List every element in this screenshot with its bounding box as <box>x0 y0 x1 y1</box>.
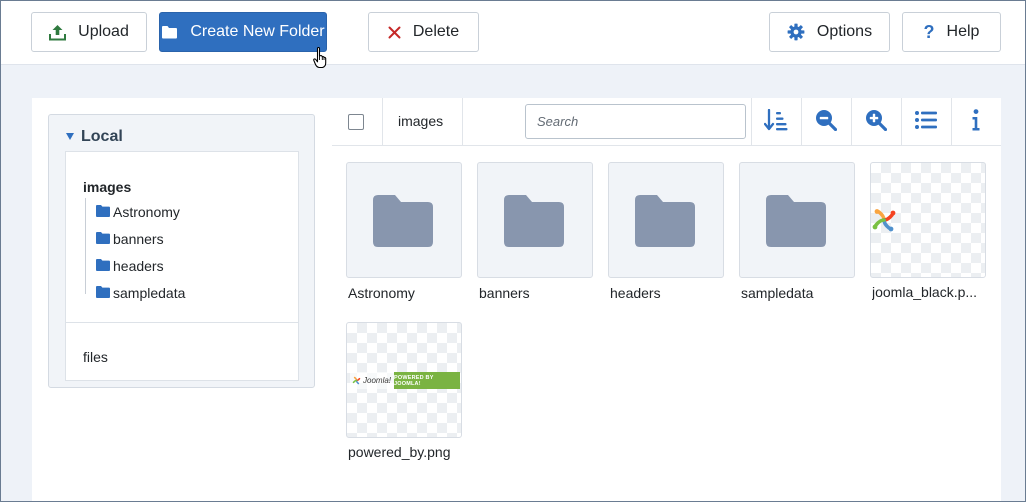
tile-label: Astronomy <box>348 285 415 301</box>
tree-heading[interactable]: Local <box>65 128 123 146</box>
list-icon <box>915 110 937 135</box>
divider <box>382 98 383 146</box>
list-view-button[interactable] <box>901 98 951 146</box>
powered-by-banner: Joomla! POWERED BY JOOMLA! <box>350 372 460 389</box>
sort-button[interactable] <box>751 98 801 146</box>
folder-tile-banners[interactable] <box>477 162 593 278</box>
tile-label: banners <box>479 285 530 301</box>
zoom-in-button[interactable] <box>851 98 901 146</box>
folder-icon <box>766 195 826 252</box>
browser-toolbar: images <box>332 98 1001 146</box>
zoom-in-icon <box>865 109 888 136</box>
gear-icon <box>787 23 805 41</box>
tile-label: powered_by.png <box>348 444 451 460</box>
powered-text: POWERED BY JOOMLA! <box>394 372 460 389</box>
folder-icon <box>96 285 110 301</box>
tree-item-headers[interactable]: headers <box>96 258 164 274</box>
help-label: Help <box>946 23 980 40</box>
delete-label: Delete <box>412 23 460 40</box>
folder-icon <box>96 204 110 220</box>
options-label: Options <box>816 23 873 40</box>
media-browser: images Search Astronomy banners headers … <box>332 98 1001 502</box>
folder-icon <box>96 231 110 247</box>
tree-item-label: banners <box>113 231 164 247</box>
zoom-out-icon <box>815 109 838 136</box>
folder-icon <box>635 195 695 252</box>
tree-root-images[interactable]: images <box>83 179 131 195</box>
tree-item-banners[interactable]: banners <box>96 231 164 247</box>
folder-tile-astronomy[interactable] <box>346 162 462 278</box>
tree-item-label: headers <box>113 258 164 274</box>
tree-divider <box>66 322 298 323</box>
options-button[interactable]: Options <box>769 12 890 52</box>
divider <box>462 98 463 146</box>
folder-icon <box>373 195 433 252</box>
tree-panel: Local images Astronomy banners headers s… <box>32 98 332 502</box>
select-all-checkbox[interactable] <box>348 114 364 130</box>
close-icon <box>388 26 401 39</box>
help-button[interactable]: ? Help <box>902 12 1001 52</box>
upload-icon <box>49 24 67 41</box>
zoom-out-button[interactable] <box>801 98 851 146</box>
joomla-wordmark: Joomla! <box>350 372 394 389</box>
upload-button[interactable]: Upload <box>31 12 147 52</box>
joomla-logo-icon <box>352 376 361 385</box>
hand-cursor-icon <box>313 46 329 74</box>
tree-item-label: Astronomy <box>113 204 180 220</box>
image-tile-powered-by[interactable]: Joomla! POWERED BY JOOMLA! <box>346 322 462 438</box>
tree-card: Local images Astronomy banners headers s… <box>48 114 315 388</box>
breadcrumb[interactable]: images <box>398 113 443 129</box>
joomla-logo-icon <box>872 208 896 237</box>
info-icon <box>971 108 981 136</box>
tree-item-astronomy[interactable]: Astronomy <box>96 204 180 220</box>
joomla-wordmark-text: Joomla! <box>363 376 392 385</box>
tile-label: headers <box>610 285 661 301</box>
tree-inner: images Astronomy banners headers sampled… <box>65 151 299 381</box>
folder-tile-sampledata[interactable] <box>739 162 855 278</box>
question-icon: ? <box>923 22 935 42</box>
tree-guide-line <box>85 198 86 294</box>
toolbar: Upload Create New Folder Delete Options … <box>1 1 1025 65</box>
tree-files-item[interactable]: files <box>83 349 108 365</box>
delete-button[interactable]: Delete <box>368 12 479 52</box>
tile-label: sampledata <box>741 285 814 301</box>
tree-item-sampledata[interactable]: sampledata <box>96 285 185 301</box>
image-tile-joomla-black[interactable] <box>870 162 986 278</box>
tree-heading-label: Local <box>81 128 123 145</box>
tree-item-label: sampledata <box>113 285 186 301</box>
caret-down-icon <box>65 128 75 146</box>
info-button[interactable] <box>951 98 1001 146</box>
create-folder-button[interactable]: Create New Folder <box>159 12 327 52</box>
sort-icon <box>763 108 788 136</box>
folder-icon <box>504 195 564 252</box>
folder-tile-headers[interactable] <box>608 162 724 278</box>
search-input[interactable] <box>525 104 746 139</box>
folder-icon <box>96 258 110 274</box>
folder-icon <box>161 25 178 39</box>
upload-label: Upload <box>78 23 129 40</box>
tile-label: joomla_black.p... <box>872 284 978 300</box>
create-folder-label: Create New Folder <box>190 23 325 40</box>
